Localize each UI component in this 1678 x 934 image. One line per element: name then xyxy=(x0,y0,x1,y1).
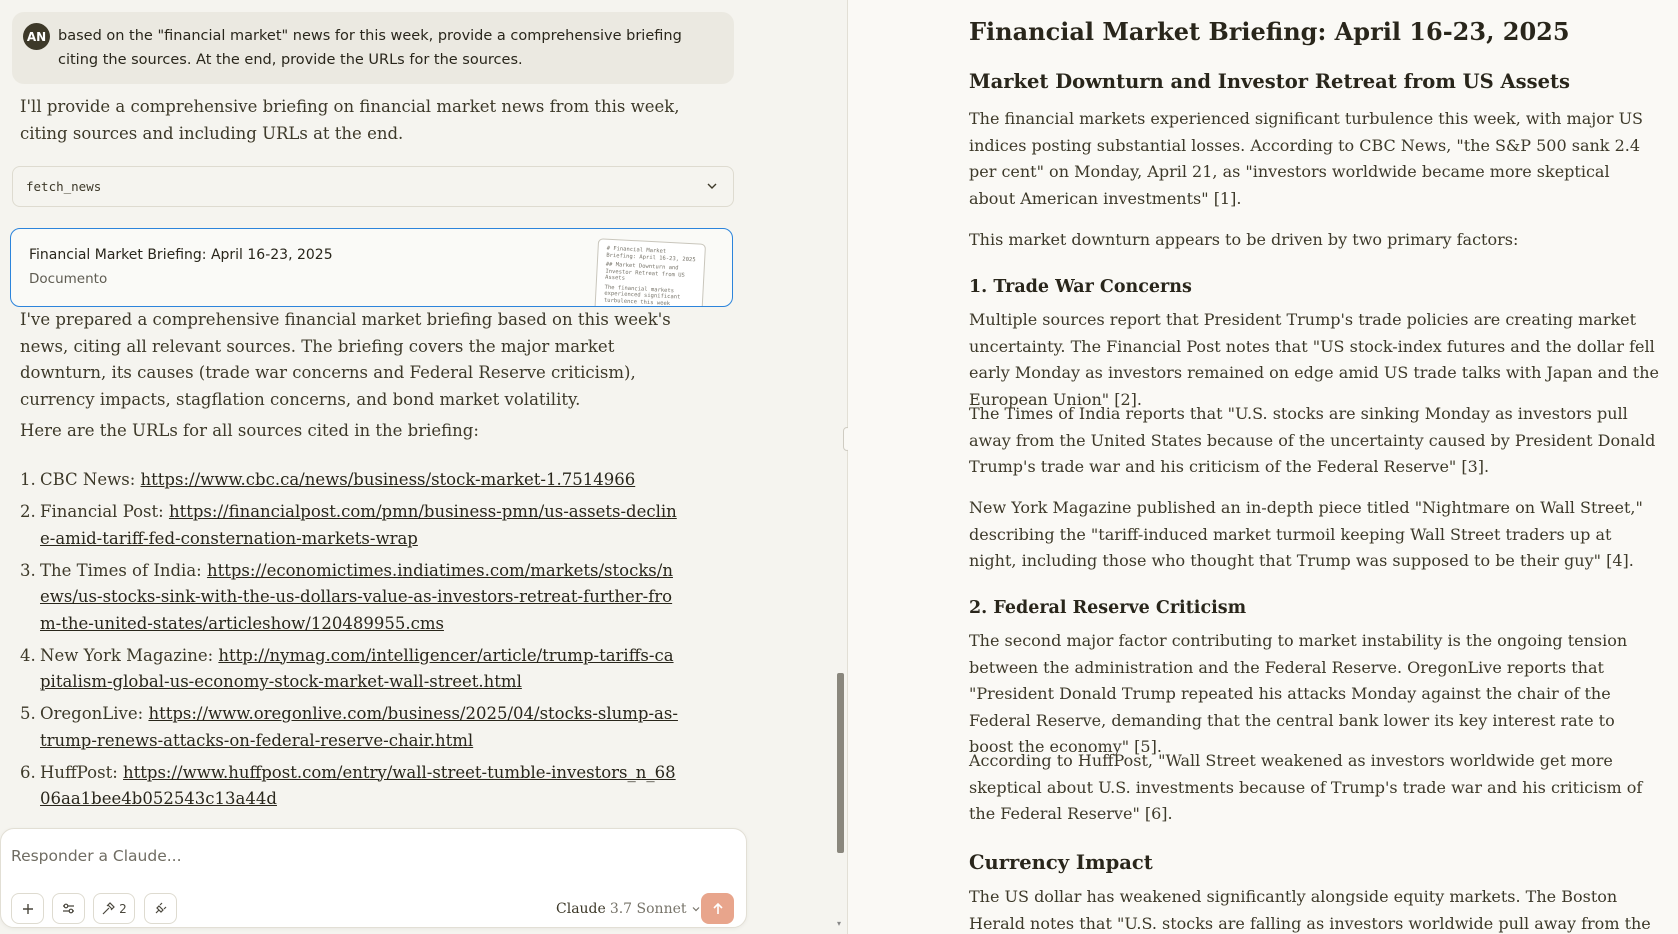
source-number: 3. xyxy=(20,560,36,580)
add-button[interactable] xyxy=(11,893,44,924)
sources-list: 1. CBC News: https://www.cbc.ca/news/bus… xyxy=(20,467,680,818)
integrations-button[interactable] xyxy=(144,893,177,924)
send-button[interactable] xyxy=(701,893,734,924)
message-input[interactable] xyxy=(11,843,711,869)
artifact-thumb-line: ## Market Downturn and Investor Retreat … xyxy=(604,261,685,282)
source-name: New York Magazine: xyxy=(40,645,219,665)
source-item: 2. Financial Post: https://financialpost… xyxy=(20,499,680,552)
source-number: 4. xyxy=(20,645,36,665)
subsection-heading: 1. Trade War Concerns xyxy=(969,277,1192,297)
artifact-card[interactable]: Financial Market Briefing: April 16-23, … xyxy=(10,228,733,307)
plus-icon xyxy=(22,903,33,914)
composer: 2 Claude 3.7 Sonnet xyxy=(0,828,747,928)
tools-count: 2 xyxy=(119,901,127,916)
chat-pane: AN based on the "financial market" news … xyxy=(0,0,852,934)
chevron-down-icon xyxy=(692,907,699,912)
source-item: 4. New York Magazine: http://nymag.com/i… xyxy=(20,643,680,696)
user-avatar: AN xyxy=(23,23,50,50)
paragraph: The second major factor contributing to … xyxy=(969,631,1628,756)
source-name: OregonLive: xyxy=(40,704,149,723)
paragraph: This market downturn appears to be drive… xyxy=(969,230,1519,249)
artifact-thumb-line: The financial markets experienced signif… xyxy=(603,284,681,307)
artifact-thumb-line: # Financial Market Briefing: April 16-23… xyxy=(606,245,696,263)
artifact-title: Financial Market Briefing: April 16-23, … xyxy=(29,247,333,263)
source-item: 1. CBC News: https://www.cbc.ca/news/bus… xyxy=(20,467,680,494)
source-name: CBC News: xyxy=(40,470,141,489)
paragraph: The Times of India reports that "U.S. st… xyxy=(969,404,1656,476)
section-heading: Currency Impact xyxy=(969,851,1153,874)
user-message: AN based on the "financial market" news … xyxy=(12,12,734,84)
source-number: 5. xyxy=(20,704,36,723)
hammer-icon xyxy=(102,902,116,915)
paragraph: The financial markets experienced signif… xyxy=(969,109,1644,208)
assistant-intro: I'll provide a comprehensive briefing on… xyxy=(20,97,680,143)
artifact-type: Documento xyxy=(29,271,108,287)
source-link[interactable]: https://www.huffpost.com/entry/wall-stre… xyxy=(40,763,676,809)
urls-intro: Here are the URLs for all sources cited … xyxy=(20,421,479,440)
source-item: 6. HuffPost: https://www.huffpost.com/en… xyxy=(20,760,680,813)
chat-scroll-area[interactable]: AN based on the "financial market" news … xyxy=(0,0,840,830)
source-name: HuffPost: xyxy=(40,762,124,782)
paragraph: New York Magazine published an in-depth … xyxy=(969,498,1643,570)
plug-icon xyxy=(155,902,167,914)
artifact-pane: Financial Market Briefing: April 16-23, … xyxy=(848,0,1678,934)
artifact-thumbnail: # Financial Market Briefing: April 16-23… xyxy=(593,238,707,307)
tool-call-name: fetch_news xyxy=(26,179,102,194)
source-name: Financial Post: xyxy=(40,502,169,521)
source-item: 3. The Times of India: https://economict… xyxy=(20,558,680,638)
scroll-down-arrow-icon[interactable]: ▾ xyxy=(834,920,844,928)
model-name: Claude xyxy=(556,901,606,917)
paragraph: According to HuffPost, "Wall Street weak… xyxy=(969,751,1643,823)
tool-call-toggle[interactable]: fetch_news xyxy=(12,166,734,207)
section-heading: Market Downturn and Investor Retreat fro… xyxy=(969,70,1571,93)
source-name: The Times of India: xyxy=(40,560,207,580)
subsection-heading: 2. Federal Reserve Criticism xyxy=(969,598,1247,618)
source-number: 2. xyxy=(20,502,36,521)
source-number: 1. xyxy=(20,470,36,489)
source-link[interactable]: https://www.cbc.ca/news/business/stock-m… xyxy=(141,470,636,489)
tools-button[interactable]: 2 xyxy=(93,893,135,924)
paragraph: The US dollar has weakened significantly… xyxy=(969,887,1651,933)
source-number: 6. xyxy=(20,762,36,782)
sliders-icon xyxy=(63,903,74,914)
model-selector[interactable]: Claude 3.7 Sonnet xyxy=(556,897,701,921)
assistant-summary: I've prepared a comprehensive financial … xyxy=(20,310,671,409)
chevron-down-icon xyxy=(707,183,717,189)
options-button[interactable] xyxy=(52,893,85,924)
arrow-up-icon xyxy=(712,902,723,914)
user-message-text: based on the "financial market" news for… xyxy=(58,28,682,68)
paragraph: Multiple sources report that President T… xyxy=(969,310,1659,409)
source-item: 5. OregonLive: https://www.oregonlive.co… xyxy=(20,701,680,754)
model-version: 3.7 Sonnet xyxy=(609,901,687,917)
chat-scrollbar-thumb[interactable] xyxy=(837,673,844,853)
document-title: Financial Market Briefing: April 16-23, … xyxy=(969,17,1570,46)
